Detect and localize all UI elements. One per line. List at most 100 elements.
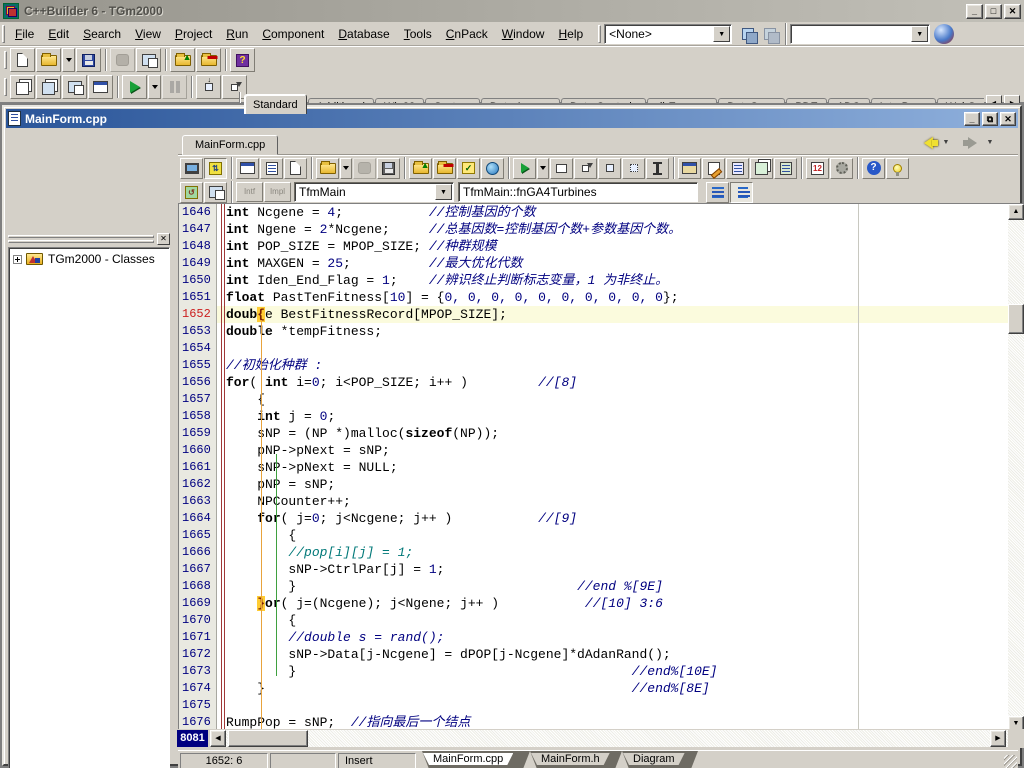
goto-implementation-button[interactable]: Impl xyxy=(264,182,291,202)
code-line[interactable]: 1668 } //end %[9E] xyxy=(179,578,1024,595)
code-line[interactable]: 1660 pNP->pNext = sNP; xyxy=(179,442,1024,459)
scroll-up-button[interactable]: ▲ xyxy=(1008,204,1024,220)
view-form-button[interactable] xyxy=(36,75,61,99)
code-line[interactable]: 1650int Iden_End_Flag = 1; //辨识终止判断标志变量，… xyxy=(179,272,1024,289)
code-line[interactable]: 1662 pNP = sNP; xyxy=(179,476,1024,493)
code-line[interactable]: 1654 xyxy=(179,340,1024,357)
vertical-scroll-thumb[interactable] xyxy=(1008,304,1024,334)
add-file-to-project-button[interactable]: ▲ xyxy=(170,48,195,72)
code-line[interactable]: 1666 //pop[i][j] = 1; xyxy=(179,544,1024,561)
project-options-button[interactable] xyxy=(678,158,701,179)
save-file-button[interactable] xyxy=(353,158,376,179)
code-line[interactable]: 1651float PastTenFitness[10] = {0, 0, 0,… xyxy=(179,289,1024,306)
code-line[interactable]: 1661 sNP->pNext = NULL; xyxy=(179,459,1024,476)
goto-interface-button[interactable]: Intf xyxy=(236,182,263,202)
save-all-button[interactable] xyxy=(110,48,135,72)
tips-button[interactable] xyxy=(886,158,909,179)
browse-forward-dropdown[interactable]: ▼ xyxy=(984,134,996,152)
dock-header[interactable]: ✕ xyxy=(8,233,170,245)
menu-run[interactable]: Run xyxy=(219,24,255,44)
browse-back-button[interactable] xyxy=(916,134,940,152)
open-project-button[interactable] xyxy=(136,48,161,72)
code-line[interactable]: 1673 } //end%[10E] xyxy=(179,663,1024,680)
horizontal-scroll-thumb[interactable] xyxy=(228,730,308,747)
code-line[interactable]: 1663 NPCounter++; xyxy=(179,493,1024,510)
maximize-button[interactable]: □ xyxy=(985,4,1002,19)
set-debug-desktop-icon[interactable] xyxy=(760,24,782,44)
chevron-down-icon[interactable]: ▼ xyxy=(435,184,452,200)
class-tree[interactable]: TGm2000 - Classes xyxy=(8,247,170,768)
code-line[interactable]: 1671 //double s = rand(); xyxy=(179,629,1024,646)
chevron-down-icon[interactable]: ▼ xyxy=(911,26,928,42)
child-restore-button[interactable]: ⧉ xyxy=(982,112,998,126)
new-form-button[interactable] xyxy=(88,75,113,99)
code-line[interactable]: 1659 sNP = (NP *)malloc(sizeof(NP)); xyxy=(179,425,1024,442)
insert-mode-button[interactable] xyxy=(646,158,669,179)
editor-window-titlebar[interactable]: MainForm.cpp _ ⧉ ✕ xyxy=(6,109,1018,128)
unit-list-button[interactable] xyxy=(260,158,283,179)
code-line[interactable]: 1675 xyxy=(179,697,1024,714)
menu-cnpack[interactable]: CnPack xyxy=(439,24,495,44)
menu-edit[interactable]: Edit xyxy=(41,24,76,44)
code-line[interactable]: 1647int Ngene = 2*Ncgene; //总基因数=控制基因个数+… xyxy=(179,221,1024,238)
menu-view[interactable]: View xyxy=(128,24,168,44)
remove-file-from-project-button[interactable]: ▬ xyxy=(196,48,221,72)
save-desktop-icon[interactable] xyxy=(738,24,760,44)
menu-component[interactable]: Component xyxy=(255,24,331,44)
code-line[interactable]: 1664 for( j=0; j<Ncgene; j++ ) //[9] xyxy=(179,510,1024,527)
code-line[interactable]: 1655//初始化种群 : xyxy=(179,357,1024,374)
run-to-cursor-button[interactable] xyxy=(622,158,645,179)
code-line[interactable]: 1652doub{e BestFitnessRecord[MPOP_SIZE]; xyxy=(179,306,1024,323)
code-line[interactable]: 1665 { xyxy=(179,527,1024,544)
new-unit-button[interactable] xyxy=(284,158,307,179)
menu-file[interactable]: File xyxy=(8,24,41,44)
web-browse-button[interactable] xyxy=(481,158,504,179)
add-to-project-button[interactable]: ▲ xyxy=(409,158,432,179)
code-line[interactable]: 1646int Ncgene = 4; //控制基因的个数 xyxy=(179,204,1024,221)
minimize-button[interactable]: _ xyxy=(966,4,983,19)
bottom-tab-diagram[interactable]: Diagram xyxy=(622,751,698,768)
run-button[interactable] xyxy=(122,75,147,99)
toggle-form-unit-button[interactable]: ⇅ xyxy=(204,158,227,179)
menu-project[interactable]: Project xyxy=(168,24,219,44)
help-contents-button[interactable]: ? xyxy=(230,48,255,72)
view-unit-button[interactable] xyxy=(10,75,35,99)
remove-from-project-button[interactable]: ▬ xyxy=(433,158,456,179)
child-close-button[interactable]: ✕ xyxy=(1000,112,1016,126)
bottom-tab-mainform-cpp[interactable]: MainForm.cpp xyxy=(422,751,530,768)
code-line[interactable]: 1653double *tempFitness; xyxy=(179,323,1024,340)
open-file-dropdown[interactable] xyxy=(340,158,352,179)
search-combo[interactable]: ▼ xyxy=(790,24,930,44)
bottom-tab-mainform-h[interactable]: MainForm.h xyxy=(530,751,622,768)
save-as-button[interactable] xyxy=(377,158,400,179)
dock-close-button[interactable]: ✕ xyxy=(157,233,170,245)
run-button[interactable] xyxy=(513,158,536,179)
code-line[interactable]: 1670 { xyxy=(179,612,1024,629)
refresh-button[interactable]: ↺ xyxy=(180,182,203,203)
code-line[interactable]: 1657 { xyxy=(179,391,1024,408)
code-line[interactable]: 1669 }or( j=(Ncgene); j<Ngene; j++ ) //[… xyxy=(179,595,1024,612)
vertical-scrollbar[interactable]: ▲ ▼ xyxy=(1008,204,1024,731)
paste-as-button[interactable] xyxy=(774,158,797,179)
code-line[interactable]: 1648int POP_SIZE = MPOP_SIZE; //种群规模 xyxy=(179,238,1024,255)
menu-tools[interactable]: Tools xyxy=(397,24,439,44)
tree-item-root[interactable]: TGm2000 - Classes xyxy=(11,252,167,266)
form-preview-button[interactable] xyxy=(550,158,573,179)
browse-forward-button[interactable] xyxy=(960,134,984,152)
code-line[interactable]: 1658 int j = 0; xyxy=(179,408,1024,425)
scroll-right-button[interactable]: ▶ xyxy=(990,730,1006,747)
help-button[interactable]: ? xyxy=(862,158,885,179)
browse-back-dropdown[interactable]: ▼ xyxy=(940,134,952,152)
code-line[interactable]: 1672 sNP->Data[j-Ncgene] = dPOP[j-Ncgene… xyxy=(179,646,1024,663)
trace-into-button[interactable]: ↓ xyxy=(196,75,221,99)
menu-help[interactable]: Help xyxy=(551,24,590,44)
child-minimize-button[interactable]: _ xyxy=(964,112,980,126)
dock-grip[interactable] xyxy=(8,235,154,238)
code-line[interactable]: 1674 } //end%[8E] xyxy=(179,680,1024,697)
menu-search[interactable]: Search xyxy=(76,24,128,44)
run-dropdown[interactable] xyxy=(537,158,549,179)
pause-button[interactable] xyxy=(162,75,187,99)
close-button[interactable]: ✕ xyxy=(1004,4,1021,19)
uses-unit-button[interactable] xyxy=(750,158,773,179)
sort-by-name-button[interactable] xyxy=(706,182,729,203)
